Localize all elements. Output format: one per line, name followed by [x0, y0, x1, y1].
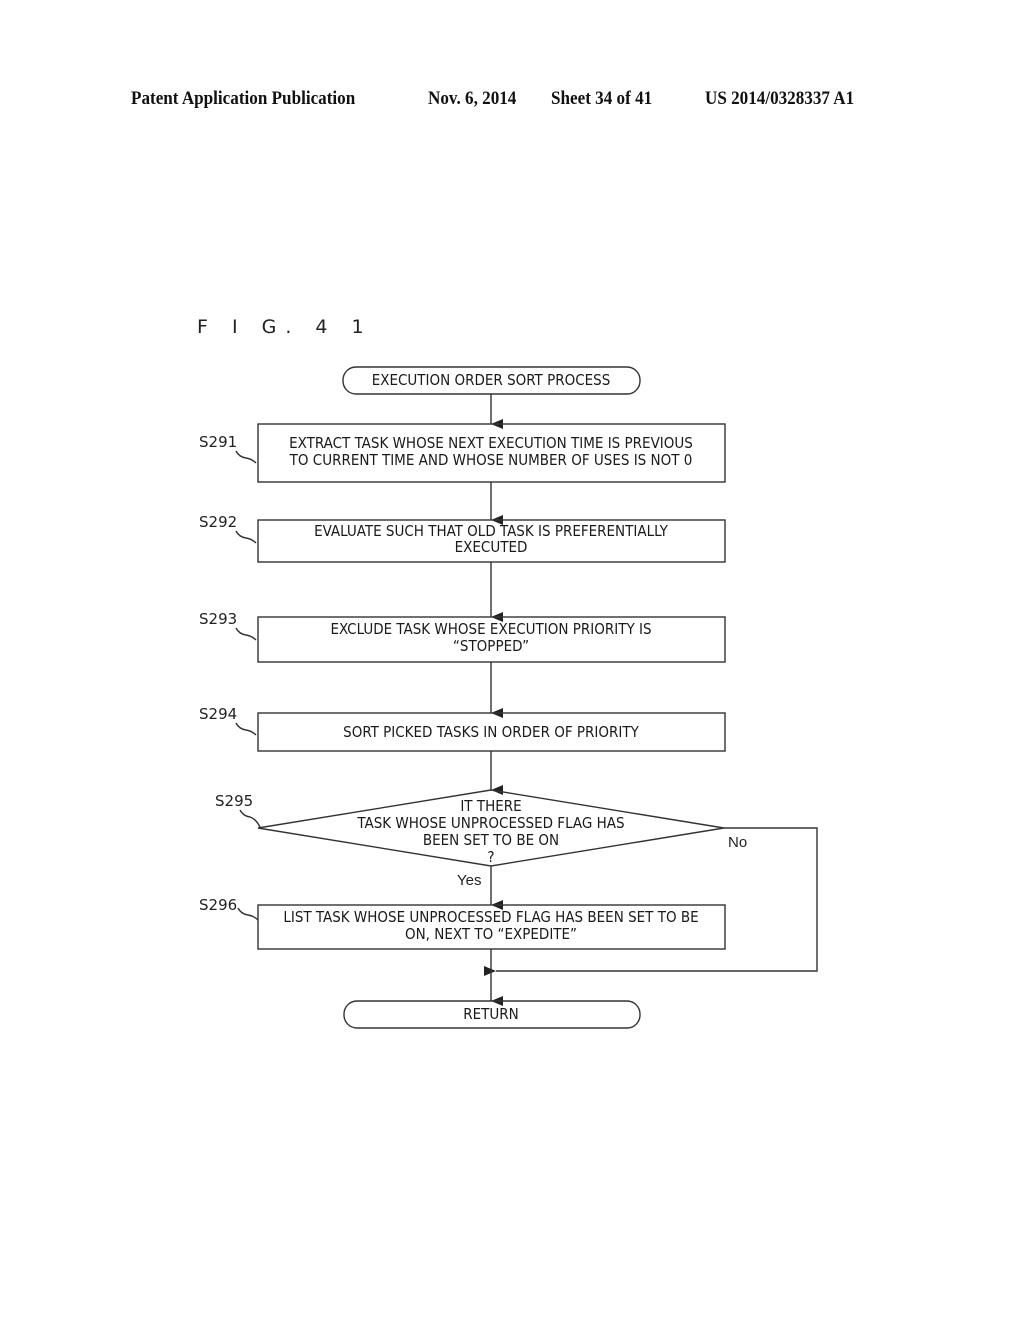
- step-s293-line-1: EXCLUDE TASK WHOSE EXECUTION PRIORITY IS: [330, 620, 651, 638]
- step-s291-line-2: TO CURRENT TIME AND WHOSE NUMBER OF USES…: [289, 451, 693, 469]
- step-id-s294: S294: [199, 705, 237, 723]
- step-s296-line-1: LIST TASK WHOSE UNPROCESSED FLAG HAS BEE…: [283, 908, 698, 926]
- leader-s293: [235, 627, 257, 641]
- step-s294-line-1: SORT PICKED TASKS IN ORDER OF PRIORITY: [343, 723, 639, 741]
- leader-s291: [235, 450, 257, 464]
- decision-line-4: ?: [487, 848, 494, 866]
- step-id-s291: S291: [199, 433, 237, 451]
- step-id-s296: S296: [199, 896, 237, 914]
- start-text: EXECUTION ORDER SORT PROCESS: [372, 371, 611, 389]
- step-s296-line-2: ON, NEXT TO “EXPEDITE”: [405, 925, 577, 943]
- step-s291-line-1: EXTRACT TASK WHOSE NEXT EXECUTION TIME I…: [289, 434, 693, 452]
- yes-label: Yes: [457, 872, 481, 889]
- step-s293-line-2: “STOPPED”: [453, 637, 529, 655]
- decision-line-2: TASK WHOSE UNPROCESSED FLAG HAS: [356, 814, 624, 832]
- step-id-s292: S292: [199, 513, 237, 531]
- step-s292-line-2: EXECUTED: [455, 538, 528, 556]
- leader-s292: [235, 530, 257, 544]
- leader-s294: [235, 722, 257, 736]
- leader-s295: [239, 809, 261, 828]
- flowchart: EXECUTION ORDER SORT PROCESS RETURN S291…: [199, 366, 818, 1029]
- step-id-s295: S295: [215, 792, 253, 810]
- leader-s296: [237, 907, 259, 921]
- decision-line-3: BEEN SET TO BE ON: [423, 831, 559, 849]
- step-id-s293: S293: [199, 610, 237, 628]
- no-label: No: [728, 834, 747, 851]
- end-text: RETURN: [463, 1005, 519, 1023]
- decision-line-1: IT THERE: [460, 797, 521, 815]
